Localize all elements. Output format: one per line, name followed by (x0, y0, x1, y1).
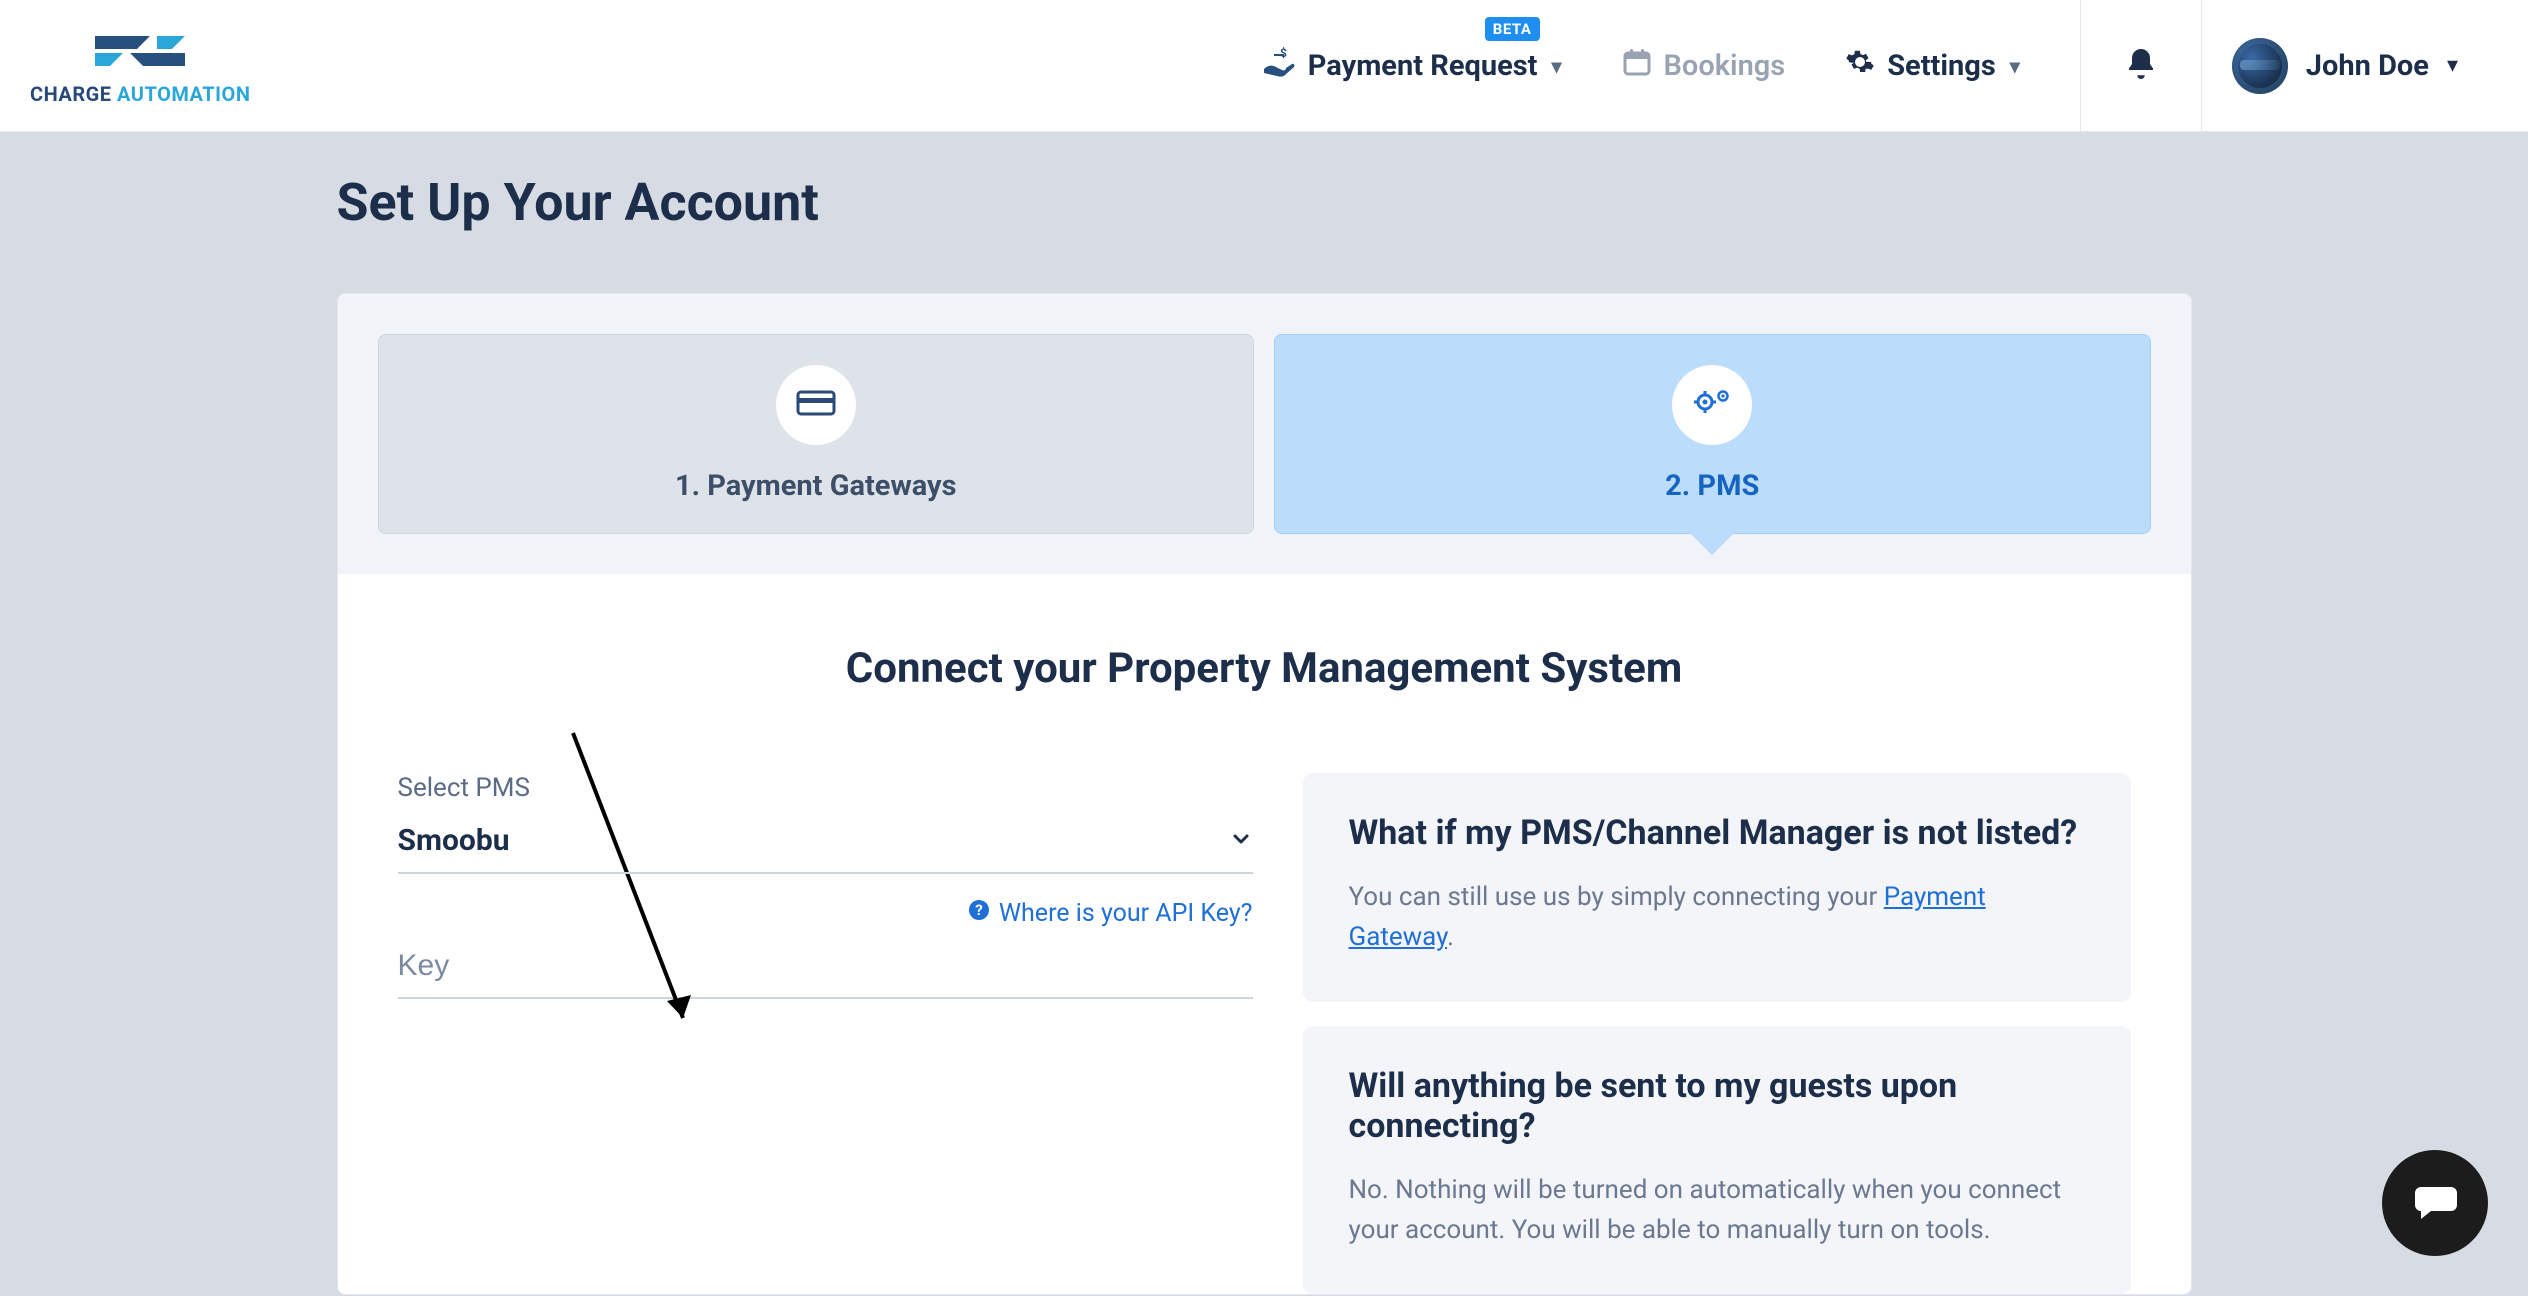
select-pms-label: Select PMS (398, 773, 1253, 803)
user-menu[interactable]: John Doe ▾ (2202, 38, 2498, 94)
beta-badge: BETA (1485, 17, 1540, 41)
logo-text: CHARGE AUTOMATION (30, 82, 250, 106)
header-right: John Doe ▾ (2080, 0, 2498, 132)
api-key-field-wrap (398, 939, 1253, 999)
pms-panel: Connect your Property Management System … (338, 574, 2191, 1294)
nav-bookings[interactable]: Bookings (1622, 47, 1786, 85)
tab-label: 2. PMS (1665, 469, 1759, 503)
faq-item: Will anything be sent to my guests upon … (1303, 1026, 2131, 1295)
faq-answer: No. Nothing will be turned on automatica… (1349, 1170, 2085, 1251)
logo[interactable]: CHARGE AUTOMATION (30, 26, 250, 106)
gears-icon (1691, 386, 1733, 424)
faq-column: What if my PMS/Channel Manager is not li… (1303, 773, 2131, 1294)
where-api-key-link[interactable]: ? Where is your API Key? (967, 898, 1253, 929)
hand-money-icon: $ (1262, 47, 1296, 85)
user-name: John Doe (2306, 49, 2429, 83)
notifications-button[interactable] (2081, 0, 2201, 132)
chevron-down-icon (1229, 827, 1253, 855)
select-pms[interactable]: Smoobu (398, 813, 1253, 874)
calendar-icon (1622, 47, 1652, 85)
svg-text:$: $ (1280, 47, 1287, 60)
tab-payment-gateways[interactable]: 1. Payment Gateways (378, 334, 1255, 534)
nav-label: Bookings (1664, 49, 1786, 83)
page-title: Set Up Your Account (337, 172, 2192, 233)
faq-question: Will anything be sent to my guests upon … (1349, 1066, 2085, 1146)
svg-text:?: ? (975, 901, 982, 919)
nav-payment-request[interactable]: BETA $ Payment Request ▾ (1262, 47, 1562, 85)
gear-icon (1845, 47, 1875, 85)
app-header: CHARGE AUTOMATION BETA $ Payment Request… (0, 0, 2528, 132)
tab-label: 1. Payment Gateways (675, 469, 957, 503)
setup-tabs: 1. Payment Gateways 2. PMS (338, 294, 2191, 574)
select-pms-value: Smoobu (398, 823, 510, 858)
link-text: Where is your API Key? (999, 899, 1253, 928)
caret-down-icon: ▾ (2010, 54, 2020, 78)
faq-question: What if my PMS/Channel Manager is not li… (1349, 813, 2085, 853)
nav-label: Payment Request (1308, 49, 1538, 83)
logo-mark-icon (85, 26, 195, 76)
caret-down-icon: ▾ (1551, 54, 1561, 78)
api-key-input[interactable] (398, 949, 1253, 983)
faq-answer: You can still use us by simply connectin… (1349, 877, 2085, 958)
chat-icon (2409, 1175, 2461, 1231)
avatar (2232, 38, 2288, 94)
nav-label: Settings (1887, 49, 1996, 83)
chat-launcher[interactable] (2382, 1150, 2488, 1256)
bell-icon (2123, 46, 2159, 86)
credit-card-icon (796, 388, 836, 422)
caret-down-icon: ▾ (2447, 53, 2458, 78)
help-circle-icon: ? (967, 898, 991, 929)
pms-form: Select PMS Smoobu ? (398, 773, 1253, 1294)
tab-icon-circle (776, 365, 856, 445)
top-nav: BETA $ Payment Request ▾ Bookings Settin… (1262, 47, 2020, 85)
tab-pms[interactable]: 2. PMS (1274, 334, 2151, 534)
tab-icon-circle (1672, 365, 1752, 445)
setup-card: 1. Payment Gateways 2. PMS Connect your … (337, 293, 2192, 1295)
panel-title: Connect your Property Management System (398, 644, 2131, 693)
faq-item: What if my PMS/Channel Manager is not li… (1303, 773, 2131, 1002)
page-body: Set Up Your Account 1. Payment Gateways (0, 132, 2528, 1295)
nav-settings[interactable]: Settings ▾ (1845, 47, 2020, 85)
